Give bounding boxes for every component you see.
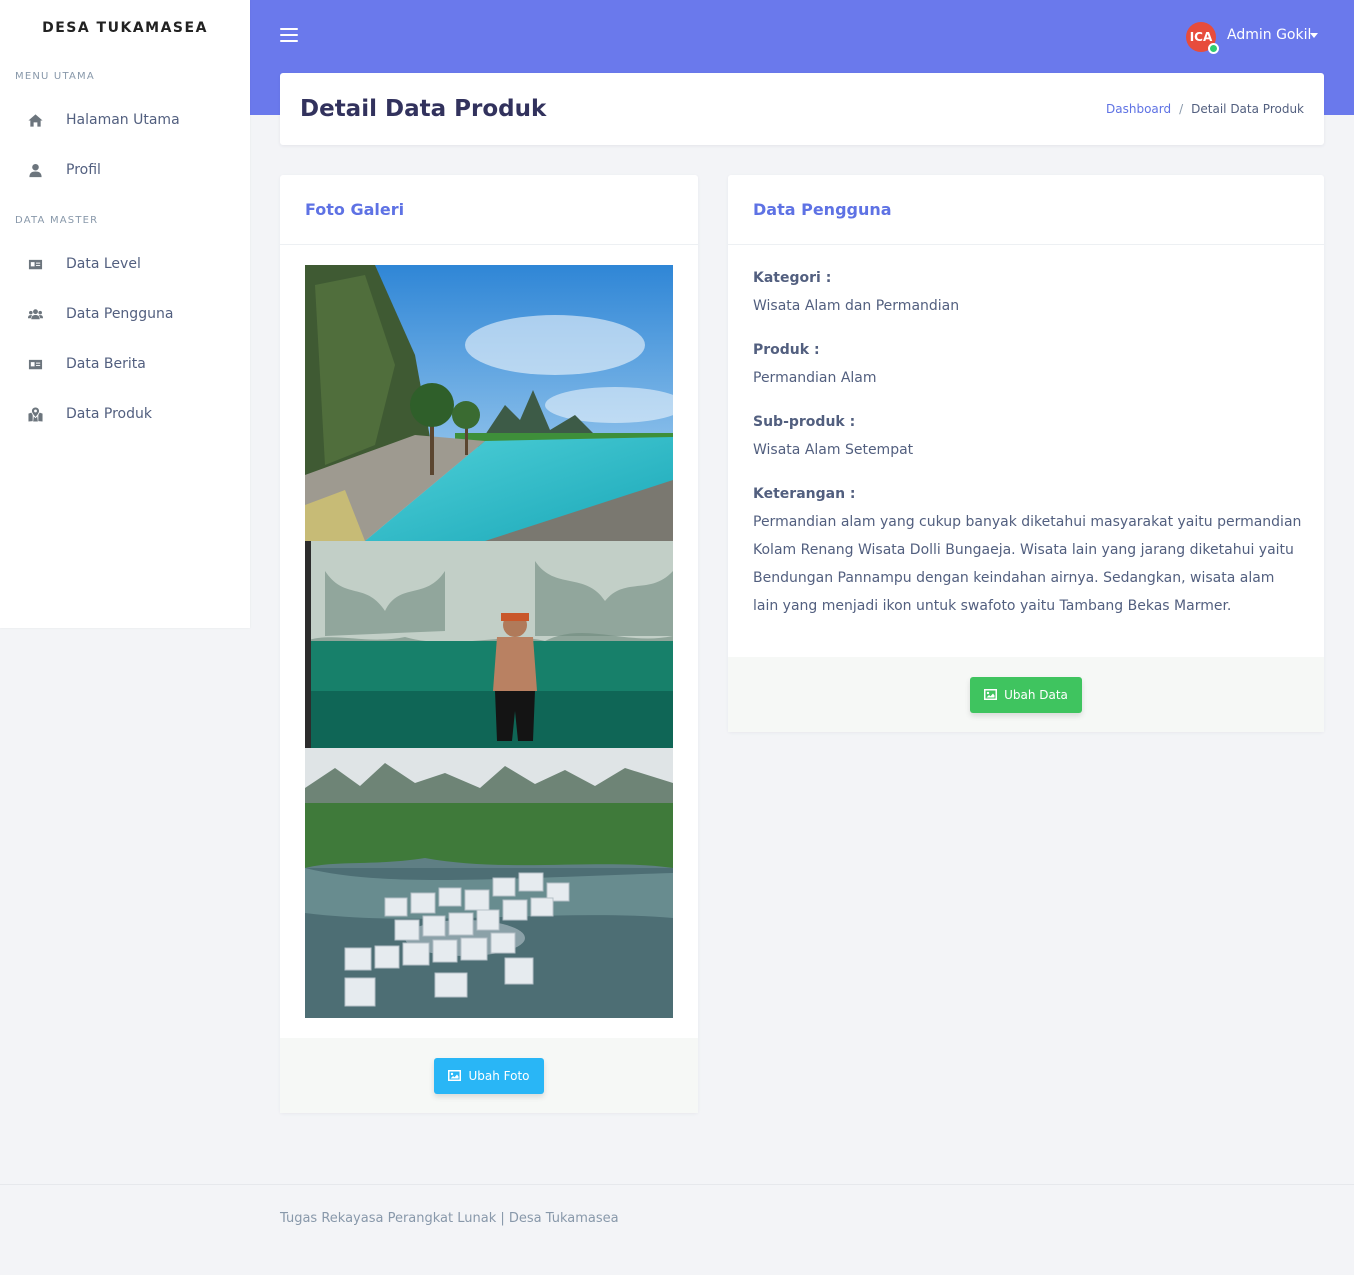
sidebar-item-profil[interactable]: Profil <box>0 150 250 190</box>
breadcrumb-separator: / <box>1179 102 1184 116</box>
field-label-sub-produk: Sub-produk : <box>753 414 856 430</box>
sidebar-item-label: Data Produk <box>66 406 152 422</box>
sidebar-item-data-level[interactable]: Data Level <box>0 244 250 284</box>
sidebar-item-label: Halaman Utama <box>66 112 180 128</box>
detail-card-header: Data Pengguna <box>728 175 1324 245</box>
gallery-photo-lake-person[interactable] <box>305 541 673 748</box>
breadcrumb-dashboard-link[interactable]: Dashboard <box>1106 102 1171 116</box>
sidebar: DESA TUKAMASEA MENU UTAMA Halaman Utama … <box>0 0 250 628</box>
image-icon <box>448 1070 462 1081</box>
detail-card: Data Pengguna Kategori : Wisata Alam dan… <box>728 175 1324 732</box>
field-value-kategori: Wisata Alam dan Permandian <box>753 298 960 314</box>
id-card-icon <box>27 256 43 272</box>
user-icon <box>27 162 43 178</box>
user-menu-toggle[interactable]: Admin Gokil <box>1227 27 1311 43</box>
field-label-keterangan: Keterangan : <box>753 486 856 502</box>
users-icon <box>27 306 43 322</box>
sidebar-item-data-berita[interactable]: Data Berita <box>0 344 250 384</box>
breadcrumb: Dashboard / Detail Data Produk <box>1106 102 1304 116</box>
sidebar-item-data-produk[interactable]: Data Produk <box>0 394 250 434</box>
change-data-label: Ubah Data <box>1004 687 1068 702</box>
gallery-card-footer: Ubah Foto <box>280 1038 698 1113</box>
breadcrumb-current: Detail Data Produk <box>1191 102 1304 116</box>
avatar[interactable]: ICA <box>1186 22 1219 54</box>
gallery-photo-pool[interactable] <box>305 265 673 541</box>
caret-down-icon[interactable] <box>1310 33 1318 38</box>
hamburger-icon[interactable] <box>280 26 298 44</box>
page-header: Detail Data Produk Dashboard / Detail Da… <box>280 73 1324 145</box>
field-label-produk: Produk : <box>753 342 820 358</box>
sidebar-item-label: Data Berita <box>66 356 146 372</box>
field-value-produk: Permandian Alam <box>753 370 877 386</box>
gallery-photo-marble-lake[interactable] <box>305 748 673 1018</box>
brand-title: DESA TUKAMASEA <box>42 20 208 36</box>
change-photo-button[interactable]: Ubah Foto <box>434 1057 544 1094</box>
detail-card-footer: Ubah Data <box>728 657 1324 732</box>
field-label-kategori: Kategori : <box>753 270 832 286</box>
sidebar-item-label: Data Level <box>66 256 141 272</box>
gallery-card-title: Foto Galeri <box>305 200 405 219</box>
id-card-icon <box>27 356 43 372</box>
gallery-card-header: Foto Galeri <box>280 175 698 245</box>
footer-text: Tugas Rekayasa Perangkat Lunak | Desa Tu… <box>280 1211 619 1226</box>
home-icon <box>27 112 43 128</box>
change-data-button[interactable]: Ubah Data <box>970 676 1082 713</box>
gallery-card: Foto Galeri Ubah Foto <box>280 175 698 1113</box>
page-title: Detail Data Produk <box>300 96 547 122</box>
field-value-sub-produk: Wisata Alam Setempat <box>753 442 914 458</box>
section-label-data-master: DATA MASTER <box>15 215 99 226</box>
change-photo-label: Ubah Foto <box>468 1068 530 1083</box>
avatar-initials: ICA <box>1189 30 1213 44</box>
section-label-menu-utama: MENU UTAMA <box>15 71 95 82</box>
sidebar-item-data-pengguna[interactable]: Data Pengguna <box>0 294 250 334</box>
map-marked-icon <box>27 406 43 422</box>
detail-card-title: Data Pengguna <box>753 200 892 219</box>
image-icon <box>984 689 998 700</box>
online-status-dot <box>1208 43 1219 54</box>
sidebar-item-halaman-utama[interactable]: Halaman Utama <box>0 100 250 140</box>
sidebar-item-label: Data Pengguna <box>66 306 174 322</box>
page-footer: Tugas Rekayasa Perangkat Lunak | Desa Tu… <box>0 1184 1354 1275</box>
field-value-keterangan: Permandian alam yang cukup banyak diketa… <box>753 514 1302 614</box>
sidebar-item-label: Profil <box>66 162 101 178</box>
